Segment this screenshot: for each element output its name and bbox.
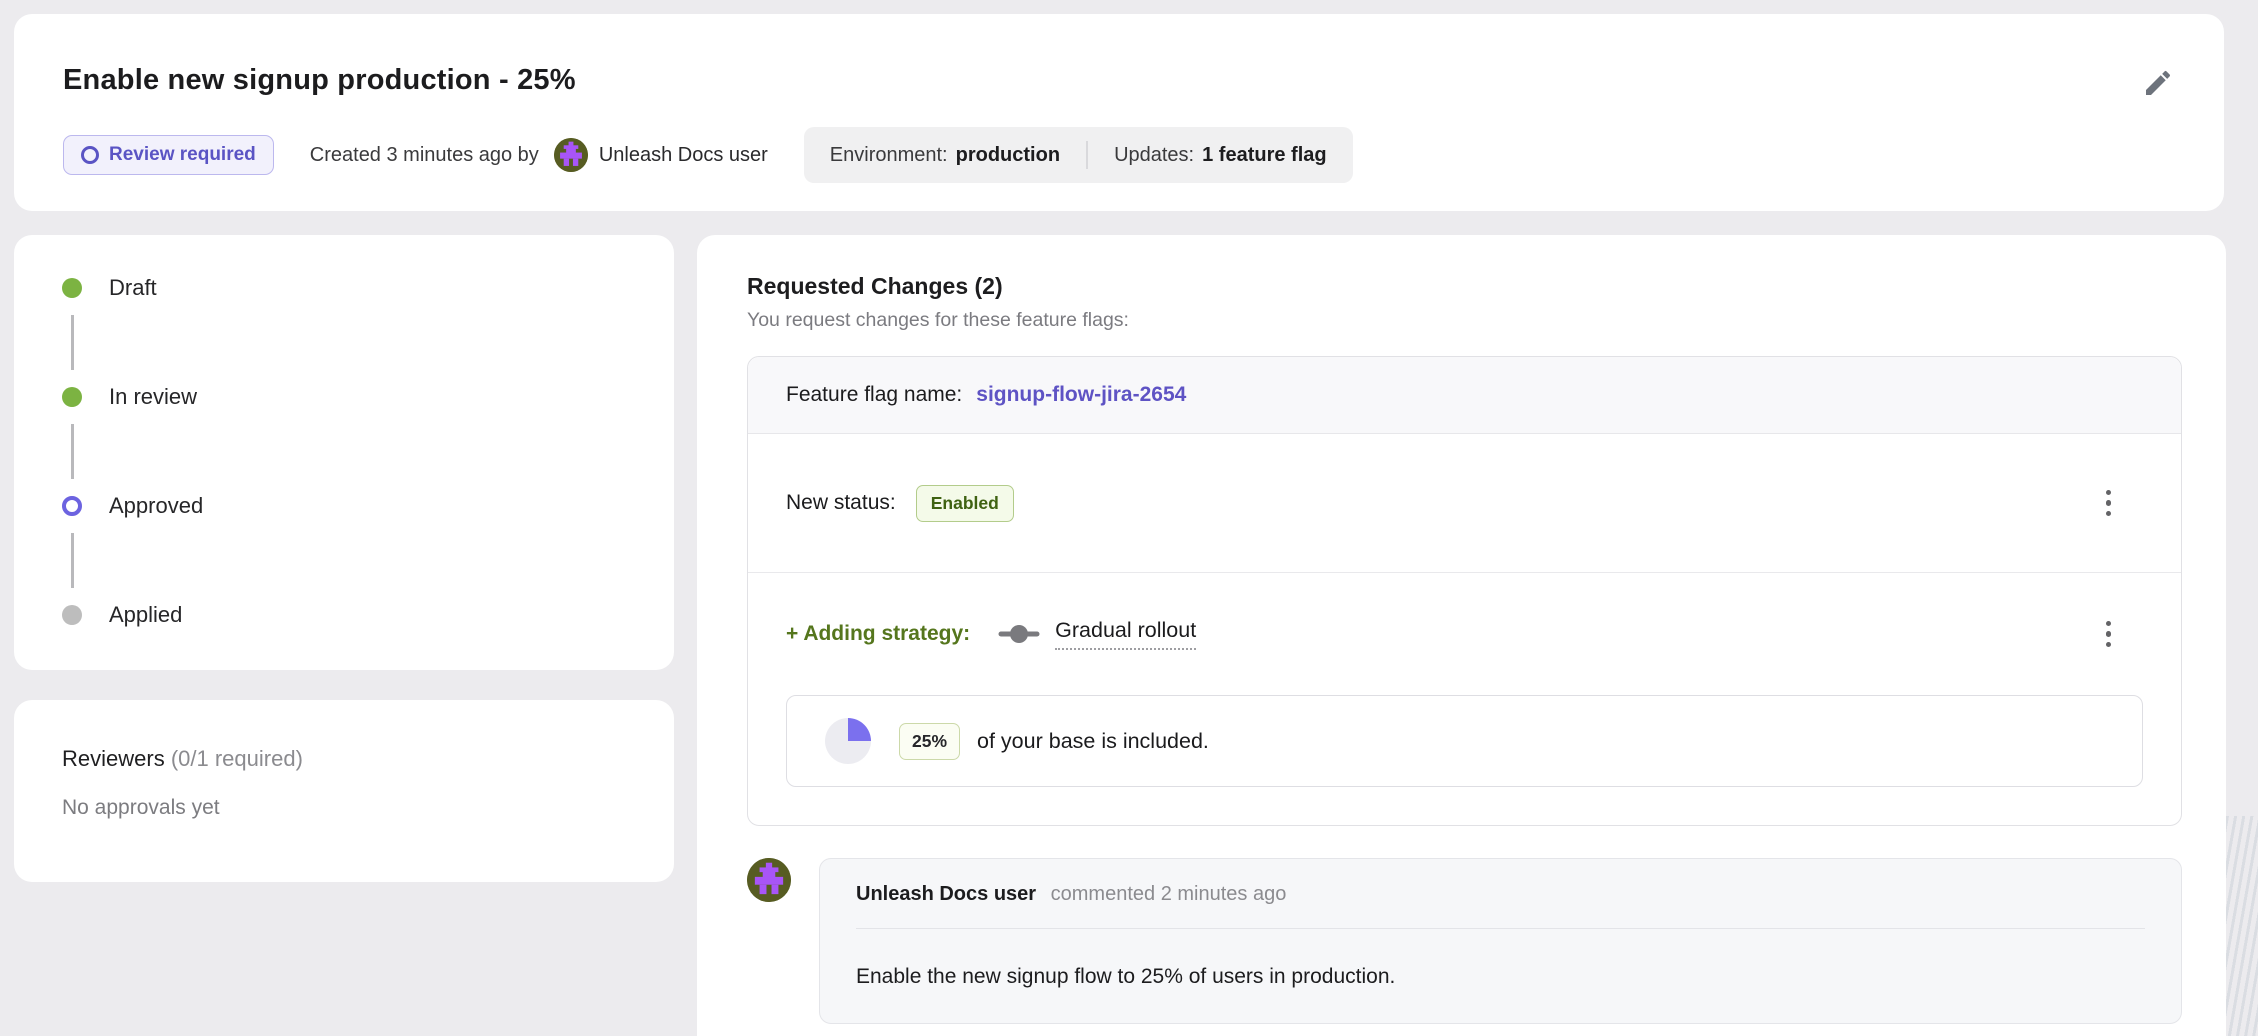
change-request-page: Enable new signup production - 25% Revie… bbox=[0, 0, 2258, 1036]
pie-chart-icon bbox=[825, 718, 871, 764]
comment-author-avatar bbox=[747, 858, 791, 902]
reviewers-card: Reviewers (0/1 required) No approvals ye… bbox=[14, 700, 674, 882]
flag-name-label: Feature flag name: bbox=[786, 383, 962, 407]
gradual-rollout-icon bbox=[998, 622, 1040, 646]
kebab-icon bbox=[2106, 621, 2112, 627]
timeline-connector bbox=[71, 315, 74, 370]
strategy-more-options-button[interactable] bbox=[2098, 613, 2120, 656]
requested-changes-title: Requested Changes (2) bbox=[747, 273, 2182, 300]
author-avatar bbox=[554, 138, 588, 172]
step-done-dot-icon bbox=[62, 387, 82, 407]
new-status-label: New status: bbox=[786, 491, 896, 515]
comment-section: Unleash Docs user commented 2 minutes ag… bbox=[747, 858, 2182, 1024]
rollout-percent-badge: 25% bbox=[899, 723, 960, 760]
flag-change-card: Feature flag name: signup-flow-jira-2654… bbox=[747, 356, 2182, 826]
timeline-step-draft: Draft bbox=[62, 275, 674, 301]
requested-changes-subtitle: You request changes for these feature fl… bbox=[747, 309, 2182, 332]
flag-card-header: Feature flag name: signup-flow-jira-2654 bbox=[748, 357, 2181, 434]
timeline-connector bbox=[71, 424, 74, 479]
reviewers-requirement: (0/1 required) bbox=[171, 746, 303, 771]
chip-divider bbox=[1086, 141, 1088, 169]
new-status-row: New status: Enabled bbox=[748, 434, 2181, 572]
timeline-step-in-review: In review bbox=[62, 384, 674, 410]
comment-card: Unleash Docs user commented 2 minutes ag… bbox=[819, 858, 2182, 1024]
status-more-options-button[interactable] bbox=[2098, 482, 2120, 525]
updates-label: Updates: bbox=[1114, 144, 1194, 166]
reviewers-label: Reviewers bbox=[62, 746, 165, 771]
page-title: Enable new signup production - 25% bbox=[63, 64, 576, 97]
background-texture bbox=[2226, 816, 2258, 1036]
strategy-name[interactable]: Gradual rollout bbox=[1055, 618, 1196, 650]
comment-header: Unleash Docs user commented 2 minutes ag… bbox=[856, 883, 2145, 906]
timeline-step-label: Approved bbox=[109, 493, 203, 519]
edit-title-button[interactable] bbox=[2141, 66, 2175, 100]
robot-avatar-icon bbox=[747, 858, 791, 902]
comment-body: Enable the new signup flow to 25% of use… bbox=[856, 965, 2145, 989]
adding-strategy-label: + Adding strategy: bbox=[786, 622, 970, 646]
pencil-icon bbox=[2142, 67, 2174, 99]
enabled-badge: Enabled bbox=[916, 485, 1014, 522]
adding-strategy-row: + Adding strategy: Gradual rollout bbox=[748, 573, 2181, 695]
step-done-dot-icon bbox=[62, 278, 82, 298]
requested-changes-panel: Requested Changes (2) You request change… bbox=[697, 235, 2226, 1036]
step-pending-dot-icon bbox=[62, 605, 82, 625]
updates-value: 1 feature flag bbox=[1202, 144, 1326, 166]
kebab-icon bbox=[2106, 631, 2112, 637]
created-text: Created 3 minutes ago by bbox=[310, 144, 539, 167]
step-active-ring-icon bbox=[62, 496, 82, 516]
timeline-step-label: In review bbox=[109, 384, 197, 410]
review-required-badge: Review required bbox=[63, 135, 274, 175]
timeline-step-applied: Applied bbox=[62, 602, 674, 628]
comment-timestamp: commented 2 minutes ago bbox=[1051, 883, 1287, 905]
reviewers-title: Reviewers (0/1 required) bbox=[62, 746, 626, 772]
kebab-icon bbox=[2106, 642, 2112, 648]
kebab-icon bbox=[2106, 511, 2112, 517]
timeline-step-label: Draft bbox=[109, 275, 157, 301]
updates-item: Updates: 1 feature flag bbox=[1114, 144, 1327, 167]
timeline-step-label: Applied bbox=[109, 602, 182, 628]
environment-value: production bbox=[956, 144, 1060, 166]
status-ring-icon bbox=[81, 146, 99, 164]
comment-author-name: Unleash Docs user bbox=[856, 883, 1036, 905]
review-badge-label: Review required bbox=[109, 144, 256, 166]
author-name: Unleash Docs user bbox=[599, 144, 768, 167]
timeline-connector bbox=[71, 533, 74, 588]
rollout-text: of your base is included. bbox=[977, 729, 1209, 754]
robot-avatar-icon bbox=[554, 138, 588, 172]
environment-label: Environment: bbox=[830, 144, 948, 166]
timeline-step-approved: Approved bbox=[62, 493, 674, 519]
header-card: Enable new signup production - 25% Revie… bbox=[14, 14, 2224, 211]
kebab-icon bbox=[2106, 500, 2112, 506]
kebab-icon bbox=[2106, 490, 2112, 496]
comment-divider bbox=[856, 928, 2145, 929]
no-approvals-text: No approvals yet bbox=[62, 796, 626, 820]
flag-name-link[interactable]: signup-flow-jira-2654 bbox=[976, 383, 1186, 407]
rollout-summary-box: 25% of your base is included. bbox=[786, 695, 2143, 787]
environment-item: Environment: production bbox=[830, 144, 1060, 167]
timeline-card: Draft In review Approved Applied bbox=[14, 235, 674, 670]
environment-chip: Environment: production Updates: 1 feature… bbox=[804, 127, 1353, 183]
